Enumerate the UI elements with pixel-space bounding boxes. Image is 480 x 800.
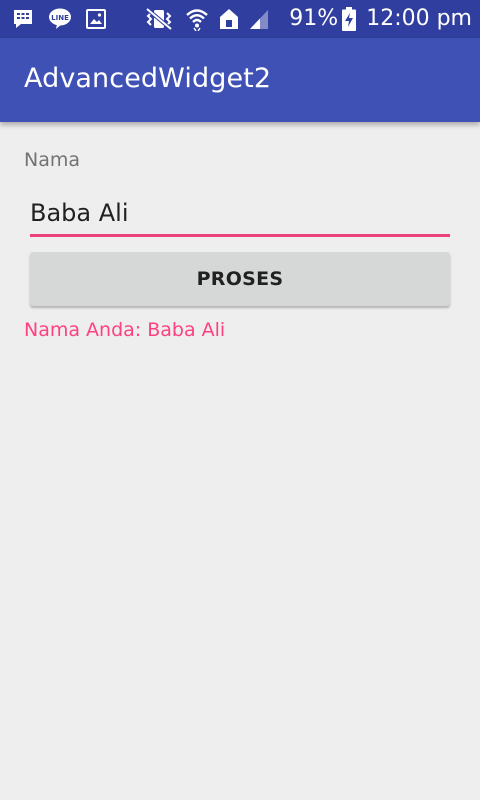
clock: 12:00 pm [366, 6, 472, 31]
bbm-icon [12, 9, 34, 29]
home-icon [219, 8, 239, 30]
result-text: Nama Anda: Baba Ali [24, 319, 226, 341]
status-bar: LINE 91% 12:00 pm [0, 0, 480, 38]
wifi-icon [185, 7, 209, 31]
battery-charging-icon [342, 7, 357, 31]
battery-percent: 91% [289, 6, 339, 31]
system-icons: 91% 12:00 pm [145, 5, 472, 33]
notification-icons: LINE [12, 8, 120, 30]
name-label: Nama [24, 149, 81, 171]
app-bar: AdvancedWidget2 [0, 38, 480, 122]
line-icon: LINE [48, 8, 72, 30]
signal-icon [249, 8, 269, 30]
name-field-container [30, 190, 450, 237]
svg-text:LINE: LINE [51, 14, 69, 22]
proses-button[interactable]: PROSES [30, 252, 450, 306]
app-title: AdvancedWidget2 [24, 63, 272, 94]
vibrate-icon [145, 8, 173, 30]
gallery-icon [86, 9, 106, 29]
name-input[interactable] [30, 196, 450, 230]
